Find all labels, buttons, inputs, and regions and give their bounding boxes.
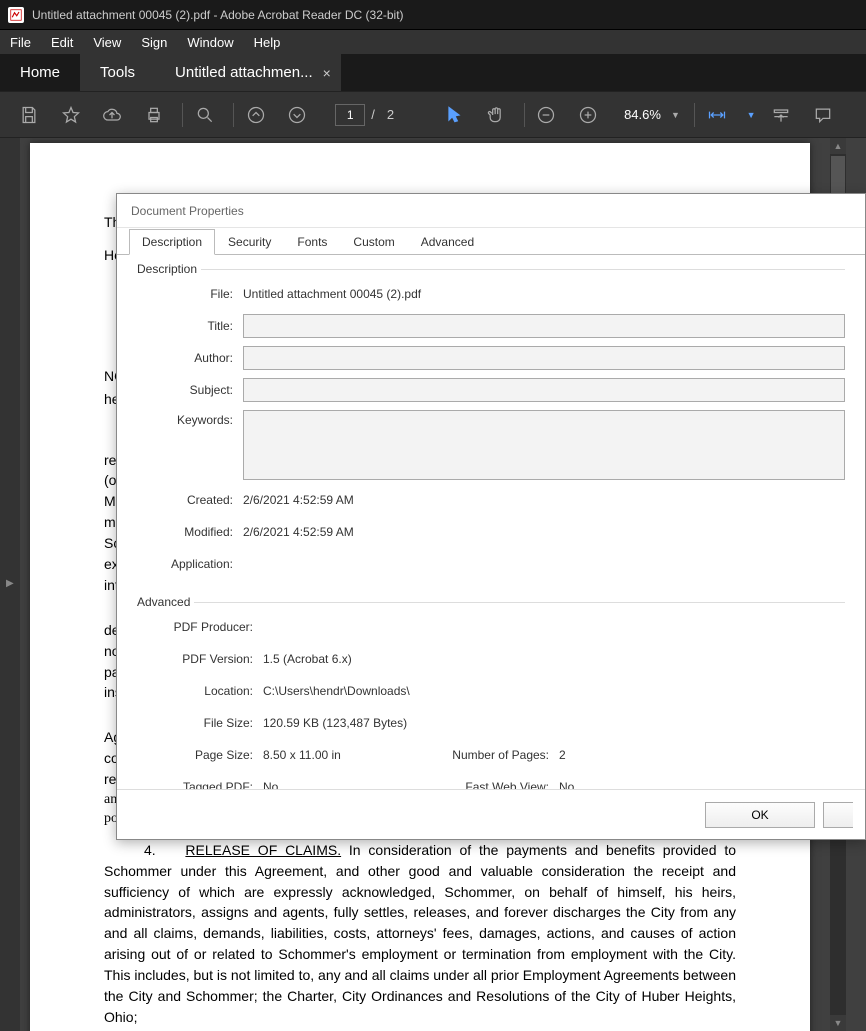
created-label: Created: xyxy=(137,493,243,507)
menu-edit[interactable]: Edit xyxy=(51,35,73,50)
window-titlebar: Untitled attachment 00045 (2).pdf - Adob… xyxy=(0,0,866,30)
menu-help[interactable]: Help xyxy=(254,35,281,50)
filesize-label: File Size: xyxy=(137,716,263,730)
document-properties-dialog: Document Properties Description Security… xyxy=(116,193,866,840)
title-label: Title: xyxy=(137,319,243,333)
tab-security[interactable]: Security xyxy=(215,229,284,255)
version-value: 1.5 (Acrobat 6.x) xyxy=(263,652,352,666)
scroll-up-icon[interactable]: ▲ xyxy=(830,138,846,154)
cancel-button-partial[interactable] xyxy=(823,802,853,828)
zoom-out-icon[interactable] xyxy=(533,101,561,129)
zoom-in-icon[interactable] xyxy=(574,101,602,129)
page-up-icon[interactable] xyxy=(242,101,270,129)
subject-label: Subject: xyxy=(137,383,243,397)
ok-button[interactable]: OK xyxy=(705,802,815,828)
dialog-tabs: Description Security Fonts Custom Advanc… xyxy=(117,228,865,255)
fieldset-legend: Advanced xyxy=(137,595,194,609)
tab-tools[interactable]: Tools xyxy=(80,54,155,91)
author-label: Author: xyxy=(137,351,243,365)
star-icon[interactable] xyxy=(57,101,85,129)
dialog-title: Document Properties xyxy=(117,194,865,228)
menubar: File Edit View Sign Window Help xyxy=(0,30,866,54)
tagged-label: Tagged PDF: xyxy=(137,780,263,789)
comment-icon[interactable] xyxy=(809,101,837,129)
cloud-upload-icon[interactable] xyxy=(99,101,127,129)
file-value: Untitled attachment 00045 (2).pdf xyxy=(243,287,421,301)
app-icon xyxy=(8,7,24,23)
fastweb-value: No xyxy=(559,780,574,789)
modified-label: Modified: xyxy=(137,525,243,539)
page-current-input[interactable] xyxy=(335,104,365,126)
select-tool-icon[interactable] xyxy=(440,101,468,129)
zoom-level[interactable]: 84.6% xyxy=(624,107,661,122)
page-total: 2 xyxy=(387,107,394,122)
application-label: Application: xyxy=(137,557,243,571)
page-indicator: / 2 xyxy=(335,104,400,126)
tabbar: Home Tools Untitled attachmen... × xyxy=(0,54,866,91)
keywords-label: Keywords: xyxy=(137,410,243,427)
chevron-right-icon[interactable]: ▶ xyxy=(6,578,14,589)
separator xyxy=(233,103,234,127)
page-down-icon[interactable] xyxy=(283,101,311,129)
fieldset-legend: Description xyxy=(137,262,201,276)
producer-label: PDF Producer: xyxy=(137,620,263,634)
created-value: 2/6/2021 4:52:59 AM xyxy=(243,493,354,507)
tab-document[interactable]: Untitled attachmen... × xyxy=(155,54,341,91)
file-label: File: xyxy=(137,287,243,301)
tab-fonts[interactable]: Fonts xyxy=(284,229,340,255)
save-icon[interactable] xyxy=(15,101,43,129)
tab-description[interactable]: Description xyxy=(129,229,215,255)
dialog-content: Description File: Untitled attachment 00… xyxy=(117,254,865,789)
menu-sign[interactable]: Sign xyxy=(141,35,167,50)
separator xyxy=(182,103,183,127)
toolbar: / 2 84.6% ▼ ▼ xyxy=(0,91,866,138)
page-sep: / xyxy=(371,107,375,122)
tab-document-label: Untitled attachmen... xyxy=(175,64,313,81)
fit-width-icon[interactable] xyxy=(703,101,731,129)
separator xyxy=(524,103,525,127)
hand-tool-icon[interactable] xyxy=(482,101,510,129)
location-label: Location: xyxy=(137,684,263,698)
chevron-down-icon[interactable]: ▼ xyxy=(747,110,756,120)
menu-view[interactable]: View xyxy=(93,35,121,50)
tab-advanced[interactable]: Advanced xyxy=(408,229,487,255)
numpages-label: Number of Pages: xyxy=(433,748,559,762)
close-icon[interactable]: × xyxy=(323,65,331,81)
left-panel-strip[interactable]: ▶ xyxy=(0,138,20,1031)
menu-window[interactable]: Window xyxy=(187,35,233,50)
pagesize-label: Page Size: xyxy=(137,748,263,762)
scroll-down-icon[interactable]: ▼ xyxy=(830,1015,846,1031)
modified-value: 2/6/2021 4:52:59 AM xyxy=(243,525,354,539)
page-display-icon[interactable] xyxy=(768,101,796,129)
window-title: Untitled attachment 00045 (2).pdf - Adob… xyxy=(32,8,404,22)
author-input[interactable] xyxy=(243,346,845,370)
tab-home[interactable]: Home xyxy=(0,54,80,91)
body-text: 4. RELEASE OF CLAIMS. In consideration o… xyxy=(104,841,736,1029)
print-icon[interactable] xyxy=(140,101,168,129)
search-icon[interactable] xyxy=(191,101,219,129)
fastweb-label: Fast Web View: xyxy=(433,780,559,789)
subject-input[interactable] xyxy=(243,378,845,402)
tagged-value: No xyxy=(263,780,433,789)
location-value: C:\Users\hendr\Downloads\ xyxy=(263,684,410,698)
description-fieldset: Description File: Untitled attachment 00… xyxy=(137,269,845,592)
menu-file[interactable]: File xyxy=(10,35,31,50)
chevron-down-icon[interactable]: ▼ xyxy=(671,110,680,120)
keywords-input[interactable] xyxy=(243,410,845,480)
pagesize-value: 8.50 x 11.00 in xyxy=(263,748,433,762)
tab-custom[interactable]: Custom xyxy=(340,229,407,255)
numpages-value: 2 xyxy=(559,748,566,762)
filesize-value: 120.59 KB (123,487 Bytes) xyxy=(263,716,407,730)
version-label: PDF Version: xyxy=(137,652,263,666)
title-input[interactable] xyxy=(243,314,845,338)
dialog-buttons: OK xyxy=(117,789,865,839)
separator xyxy=(694,103,695,127)
advanced-fieldset: Advanced PDF Producer: PDF Version: 1.5 … xyxy=(137,602,845,789)
